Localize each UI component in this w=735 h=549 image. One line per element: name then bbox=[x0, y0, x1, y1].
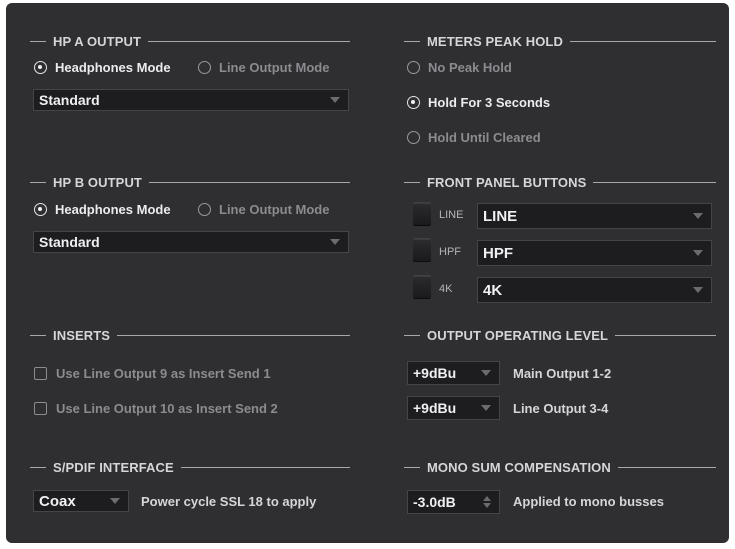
radio-unselected-icon bbox=[407, 130, 420, 144]
spdif-select[interactable]: Coax bbox=[33, 490, 129, 512]
spdif-note: Power cycle SSL 18 to apply bbox=[141, 494, 317, 509]
chevron-down-icon bbox=[693, 287, 703, 293]
front-panel-line-select[interactable]: LINE bbox=[477, 203, 712, 229]
hold-until-cleared-radio[interactable]: Hold Until Cleared bbox=[407, 128, 541, 146]
radio-unselected-icon bbox=[198, 60, 211, 74]
chevron-down-icon bbox=[110, 498, 120, 504]
hp-b-output-select[interactable]: Standard bbox=[33, 231, 349, 253]
chevron-down-icon bbox=[693, 213, 703, 219]
front-panel-line-select-value: LINE bbox=[483, 207, 518, 225]
line-output-level-select[interactable]: +9dBu bbox=[407, 396, 500, 420]
hp-b-output-header: HP B OUTPUT bbox=[30, 174, 350, 190]
front-panel-hpf-select[interactable]: HPF bbox=[477, 240, 712, 266]
main-output-level-label: Main Output 1-2 bbox=[513, 366, 612, 381]
hp-a-output-header: HP A OUTPUT bbox=[30, 33, 350, 49]
header-rule bbox=[404, 466, 420, 468]
hp-b-output-title: HP B OUTPUT bbox=[53, 174, 142, 190]
mono-sum-compensation-header: MONO SUM COMPENSATION bbox=[404, 459, 716, 475]
header-rule bbox=[148, 40, 350, 42]
hp-a-output-select-value: Standard bbox=[39, 92, 100, 108]
insert-send-1-label: Use Line Output 9 as Insert Send 1 bbox=[56, 365, 271, 381]
output-operating-level-header: OUTPUT OPERATING LEVEL bbox=[404, 327, 716, 343]
hp-a-headphones-mode-radio[interactable]: Headphones Mode bbox=[34, 58, 171, 76]
output-operating-level-title: OUTPUT OPERATING LEVEL bbox=[427, 327, 609, 343]
chevron-down-icon bbox=[330, 97, 340, 103]
radio-selected-icon bbox=[34, 202, 47, 216]
header-rule bbox=[404, 40, 420, 42]
radio-selected-icon bbox=[34, 60, 47, 74]
spdif-header: S/PDIF INTERFACE bbox=[30, 459, 350, 475]
header-rule bbox=[148, 181, 350, 183]
header-rule bbox=[404, 181, 420, 183]
front-panel-hpf-label: HPF bbox=[439, 246, 461, 258]
line-output-level-value: +9dBu bbox=[413, 400, 457, 416]
spdif-select-value: Coax bbox=[39, 492, 76, 510]
front-panel-4k-select[interactable]: 4K bbox=[477, 277, 712, 303]
front-panel-line-label: LINE bbox=[439, 209, 464, 221]
radio-selected-icon bbox=[407, 95, 420, 109]
chevron-down-icon bbox=[330, 239, 340, 245]
hp-b-line-output-mode-label: Line Output Mode bbox=[219, 201, 330, 217]
header-rule bbox=[180, 466, 350, 468]
front-panel-hpf-button[interactable] bbox=[413, 239, 431, 261]
spdif-title: S/PDIF INTERFACE bbox=[53, 459, 174, 475]
no-peak-hold-radio[interactable]: No Peak Hold bbox=[407, 58, 512, 76]
settings-panel: HP A OUTPUT Headphones Mode Line Output … bbox=[6, 3, 729, 543]
hold-3-seconds-radio[interactable]: Hold For 3 Seconds bbox=[407, 93, 550, 111]
meters-peak-hold-header: METERS PEAK HOLD bbox=[404, 33, 716, 49]
meters-peak-hold-title: METERS PEAK HOLD bbox=[427, 33, 563, 49]
hp-a-output-select[interactable]: Standard bbox=[33, 89, 349, 111]
hp-b-line-output-mode-radio[interactable]: Line Output Mode bbox=[198, 200, 329, 218]
hold-until-cleared-label: Hold Until Cleared bbox=[428, 129, 541, 145]
front-panel-buttons-header: FRONT PANEL BUTTONS bbox=[404, 174, 716, 190]
header-rule bbox=[617, 466, 716, 468]
header-rule bbox=[30, 181, 46, 183]
inserts-header: INSERTS bbox=[30, 327, 350, 343]
hp-a-line-output-mode-radio[interactable]: Line Output Mode bbox=[198, 58, 329, 76]
front-panel-4k-label: 4K bbox=[439, 283, 453, 295]
front-panel-4k-select-value: 4K bbox=[483, 281, 503, 299]
front-panel-hpf-select-value: HPF bbox=[483, 244, 513, 262]
header-rule bbox=[30, 334, 46, 336]
header-rule bbox=[404, 334, 420, 336]
main-output-level-select[interactable]: +9dBu bbox=[407, 361, 500, 385]
insert-send-2-label: Use Line Output 10 as Insert Send 2 bbox=[56, 400, 278, 416]
header-rule bbox=[30, 40, 46, 42]
mono-sum-value: -3.0dB bbox=[413, 494, 456, 510]
front-panel-buttons-title: FRONT PANEL BUTTONS bbox=[427, 174, 587, 190]
radio-unselected-icon bbox=[198, 202, 211, 216]
radio-unselected-icon bbox=[407, 60, 420, 74]
checkbox-unchecked-icon bbox=[34, 401, 47, 415]
mono-sum-stepper[interactable]: -3.0dB bbox=[407, 490, 500, 514]
stepper-arrows-icon[interactable] bbox=[483, 496, 491, 508]
mono-sum-label: Applied to mono busses bbox=[513, 494, 664, 509]
hp-a-headphones-mode-label: Headphones Mode bbox=[55, 59, 171, 75]
inserts-title: INSERTS bbox=[53, 327, 111, 343]
front-panel-4k-button[interactable] bbox=[413, 276, 431, 298]
chevron-down-icon bbox=[481, 370, 491, 376]
hp-b-output-select-value: Standard bbox=[39, 234, 100, 250]
mono-sum-compensation-title: MONO SUM COMPENSATION bbox=[427, 459, 611, 475]
stepper-down-icon[interactable] bbox=[483, 503, 491, 508]
line-output-level-label: Line Output 3-4 bbox=[513, 401, 609, 416]
header-rule bbox=[615, 334, 716, 336]
hp-b-headphones-mode-radio[interactable]: Headphones Mode bbox=[34, 200, 171, 218]
header-rule bbox=[569, 40, 716, 42]
chevron-down-icon bbox=[481, 405, 491, 411]
main-output-level-value: +9dBu bbox=[413, 365, 457, 381]
chevron-down-icon bbox=[693, 250, 703, 256]
hold-3-seconds-label: Hold For 3 Seconds bbox=[428, 94, 551, 110]
header-rule bbox=[593, 181, 716, 183]
insert-send-1-checkbox[interactable]: Use Line Output 9 as Insert Send 1 bbox=[34, 364, 271, 382]
front-panel-line-button[interactable] bbox=[413, 203, 431, 225]
hp-b-headphones-mode-label: Headphones Mode bbox=[55, 201, 171, 217]
checkbox-unchecked-icon bbox=[34, 366, 47, 380]
hp-a-line-output-mode-label: Line Output Mode bbox=[219, 59, 330, 75]
header-rule bbox=[30, 466, 46, 468]
header-rule bbox=[117, 334, 350, 336]
hp-a-output-title: HP A OUTPUT bbox=[53, 33, 142, 49]
insert-send-2-checkbox[interactable]: Use Line Output 10 as Insert Send 2 bbox=[34, 399, 278, 417]
stepper-up-icon[interactable] bbox=[483, 496, 491, 501]
no-peak-hold-label: No Peak Hold bbox=[428, 59, 512, 75]
